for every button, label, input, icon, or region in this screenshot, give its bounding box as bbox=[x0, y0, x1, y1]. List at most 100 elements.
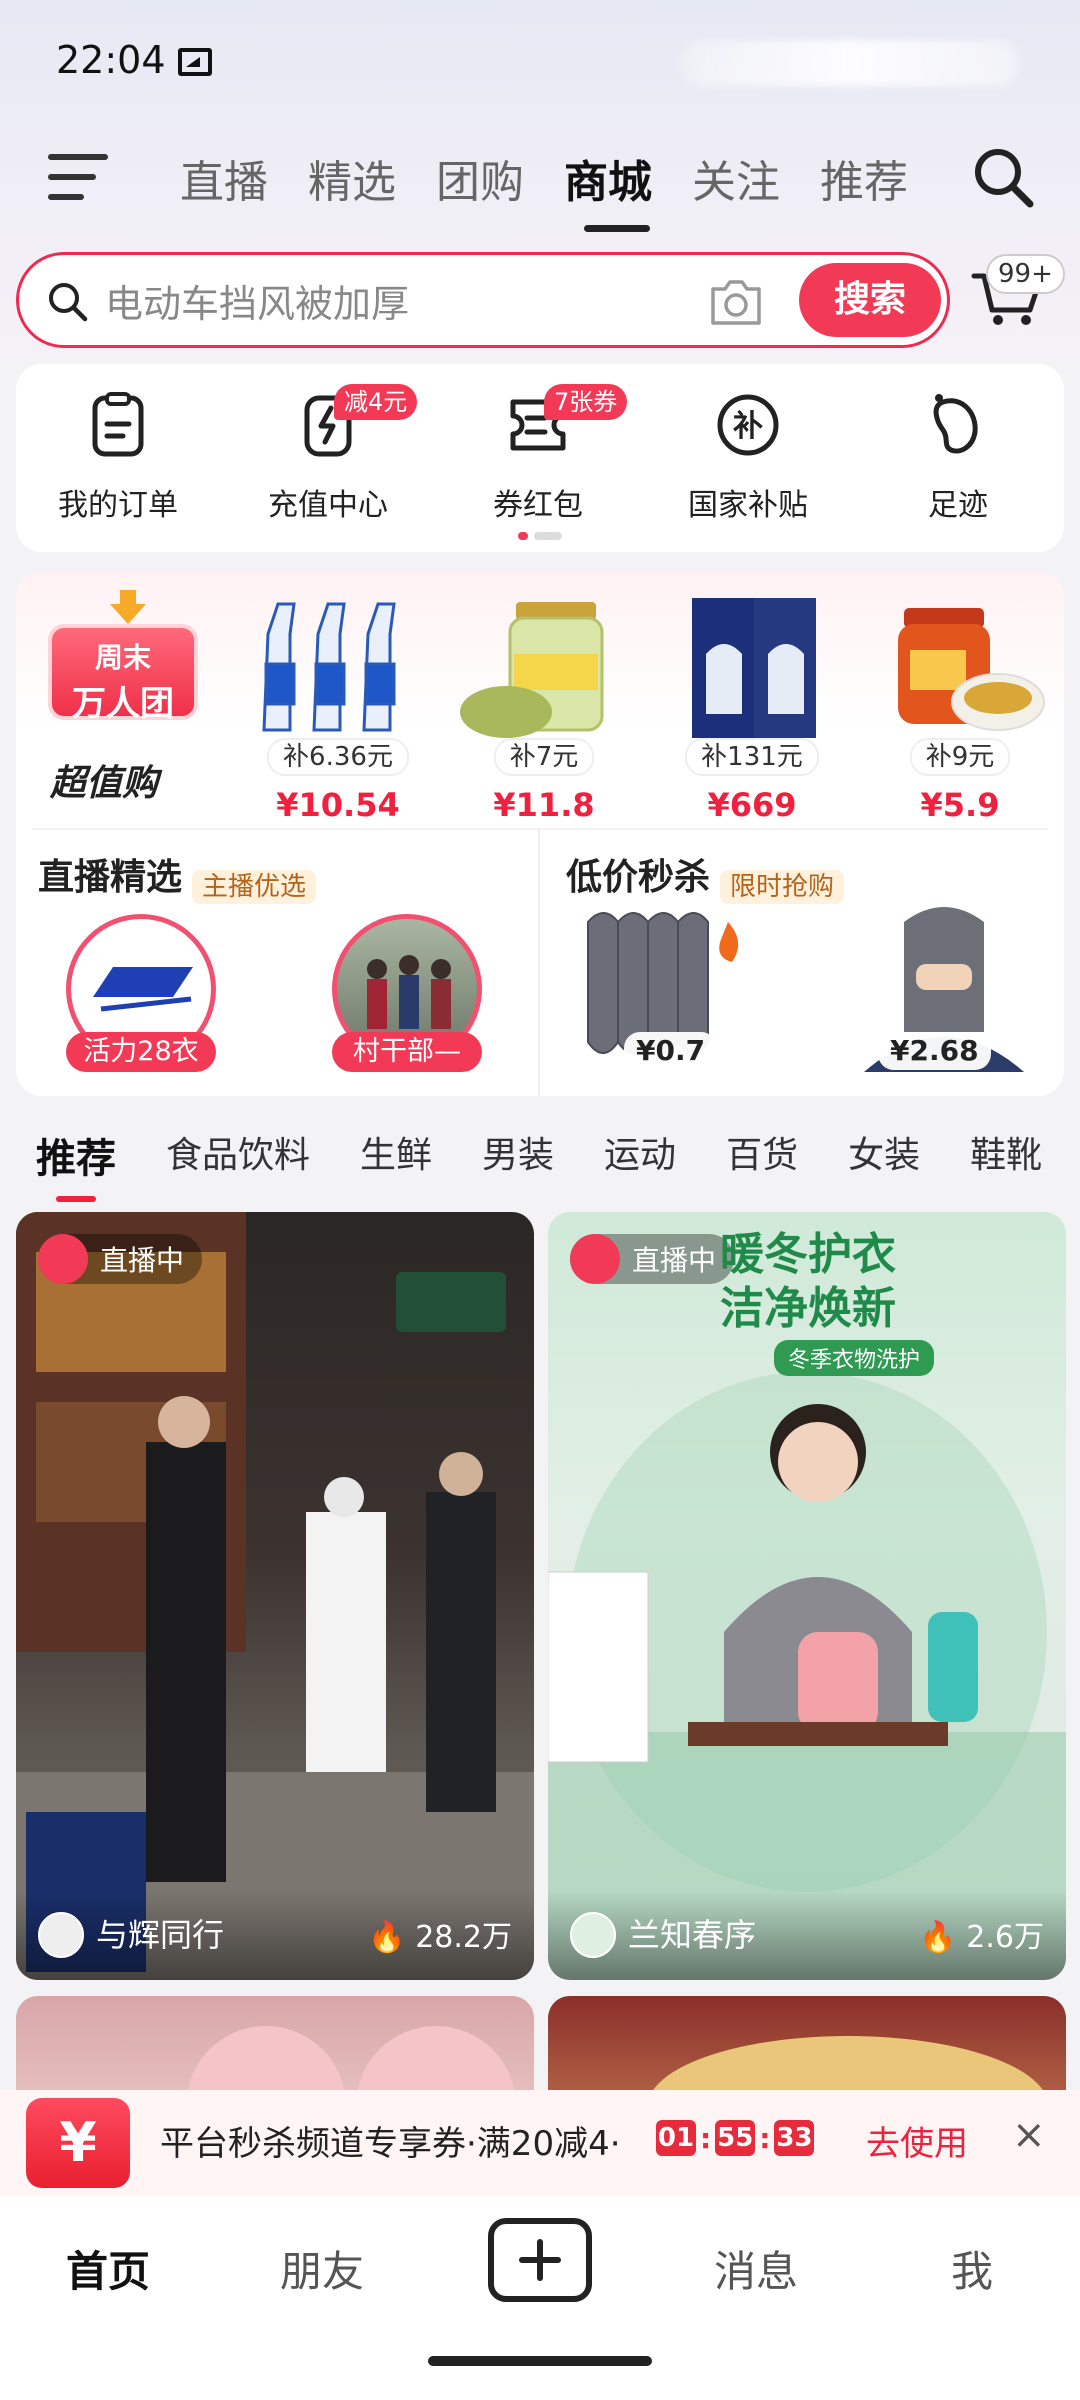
home-indicator bbox=[428, 2356, 652, 2366]
feed-viewer-count: 🔥 2.6万 bbox=[919, 1920, 1044, 1955]
feed-author: 与辉同行 bbox=[96, 1916, 225, 1954]
category-tab-shoes[interactable]: 鞋靴 bbox=[970, 1126, 1042, 1184]
tab-group-buy[interactable]: 团购 bbox=[416, 146, 544, 210]
deals-title: 超值购 bbox=[50, 763, 159, 804]
quick-item-recharge[interactable]: 减4元 充值中心 bbox=[248, 384, 418, 524]
timer-hours: 01 bbox=[656, 2120, 696, 2156]
promo-overlay-line1: 暖冬护衣 bbox=[720, 1229, 896, 1280]
search-bar[interactable]: 电动车挡风被加厚 搜索 bbox=[16, 252, 950, 348]
feed-card-live[interactable]: 直播中 与辉同行 🔥 28.2万 bbox=[16, 1212, 534, 1980]
svg-text:补: 补 bbox=[733, 409, 763, 444]
top-tab-bar: 直播 精选 团购 商城 关注 推荐 bbox=[160, 146, 928, 232]
tab-live[interactable]: 直播 bbox=[160, 146, 288, 210]
coupon-badge: 7张券 bbox=[544, 384, 628, 420]
category-tab-womenswear[interactable]: 女装 bbox=[848, 1126, 920, 1184]
tab-mall[interactable]: 商城 bbox=[544, 146, 672, 232]
liquor-box-image bbox=[692, 598, 816, 738]
promo-overlay-text: 暖冬护衣 洁净焕新 bbox=[720, 1228, 896, 1336]
pumpkin-seeds-image bbox=[460, 602, 604, 738]
nav-friends[interactable]: 朋友 bbox=[222, 2238, 422, 2299]
tab-recommend[interactable]: 推荐 bbox=[800, 146, 928, 210]
divider bbox=[538, 830, 540, 1096]
live-caption: 村干部— bbox=[332, 1032, 482, 1072]
category-tab-menswear[interactable]: 男装 bbox=[482, 1126, 554, 1184]
avatar bbox=[570, 1912, 616, 1958]
category-tabs: 推荐 食品饮料 生鲜 男装 运动 百货 女装 鞋靴 bbox=[36, 1126, 1080, 1202]
recharge-badge: 减4元 bbox=[334, 384, 418, 420]
page-indicator bbox=[518, 532, 562, 540]
live-status-pill: 直播中 bbox=[570, 1234, 735, 1284]
nav-messages[interactable]: 消息 bbox=[656, 2238, 856, 2299]
cart-badge: 99+ bbox=[986, 254, 1065, 294]
bottom-nav: 首页 朋友 消息 我 bbox=[0, 2196, 1080, 2400]
live-indicator-icon bbox=[570, 1234, 620, 1284]
quick-item-subsidy[interactable]: 补 国家补贴 bbox=[668, 392, 828, 524]
subsidy-tag: 补131元 bbox=[685, 738, 819, 776]
status-time: 22:04 bbox=[56, 38, 166, 82]
status-icons-area bbox=[680, 40, 1020, 86]
live-selection-tag: 主播优选 bbox=[192, 870, 317, 904]
plus-icon bbox=[519, 2239, 561, 2281]
quick-item-label: 充值中心 bbox=[268, 488, 388, 523]
live-selection-title: 直播精选 bbox=[38, 857, 183, 898]
yuan-symbol: ¥ bbox=[59, 2111, 97, 2174]
live-scene-image bbox=[16, 1212, 534, 1980]
camera-icon[interactable] bbox=[707, 277, 765, 327]
category-tab-food[interactable]: 食品饮料 bbox=[166, 1126, 310, 1184]
category-tab-sports[interactable]: 运动 bbox=[604, 1126, 676, 1184]
flash-sale-tag: 限时抢购 bbox=[720, 870, 845, 904]
subsidy-icon: 补 bbox=[717, 394, 779, 456]
nav-me[interactable]: 我 bbox=[872, 2238, 1072, 2299]
quick-item-footprint[interactable]: 足迹 bbox=[878, 392, 1038, 524]
search-icon[interactable] bbox=[970, 144, 1036, 210]
product-price: ¥669 bbox=[707, 786, 797, 824]
arrow-down-icon bbox=[110, 590, 146, 624]
product-card[interactable]: 补131元 ¥669 bbox=[652, 594, 852, 824]
category-tab-household[interactable]: 百货 bbox=[726, 1126, 798, 1184]
deals-card: 周末 万人团 超值购 补6.36元 ¥10.54 补7元 ¥11.8 补131元… bbox=[16, 572, 1064, 1096]
menu-icon[interactable] bbox=[48, 154, 108, 200]
tab-featured[interactable]: 精选 bbox=[288, 146, 416, 210]
toilet-cleaner-image bbox=[262, 602, 396, 732]
product-card[interactable]: 补7元 ¥11.8 bbox=[444, 594, 644, 824]
flash-sale-header[interactable]: 低价秒杀 限时抢购 bbox=[566, 848, 845, 904]
timer-seconds: 33 bbox=[774, 2120, 815, 2156]
coupon-text: 平台秒杀频道专享券·满20减4· bbox=[160, 2124, 621, 2164]
coupon-icon: ¥ bbox=[26, 2098, 130, 2188]
add-post-button[interactable] bbox=[488, 2218, 592, 2302]
search-button[interactable]: 搜索 bbox=[799, 263, 941, 337]
timer-minutes: 55 bbox=[715, 2120, 756, 2156]
quick-item-coupons[interactable]: 7张券 券红包 bbox=[458, 384, 628, 524]
subsidy-tag: 补9元 bbox=[909, 738, 1011, 776]
live-selection-header[interactable]: 直播精选 主播优选 bbox=[38, 848, 317, 904]
viewer-count-value: 2.6万 bbox=[966, 1920, 1044, 1955]
badge-line1: 周末 bbox=[94, 641, 151, 674]
product-card[interactable]: 补6.36元 ¥10.54 bbox=[238, 594, 438, 824]
pickled-vegetables-image bbox=[898, 608, 1045, 731]
flash-sale-title: 低价秒杀 bbox=[566, 857, 711, 898]
quick-item-label: 券红包 bbox=[493, 488, 583, 523]
coupon-banner[interactable]: ¥ 平台秒杀频道专享券·满20减4· 01: 55: 33 去使用 × bbox=[0, 2090, 1080, 2196]
feed-author: 兰知春序 bbox=[628, 1916, 757, 1954]
search-placeholder[interactable]: 电动车挡风被加厚 bbox=[105, 273, 409, 328]
close-icon[interactable]: × bbox=[1012, 2112, 1046, 2158]
gallery-notification-icon bbox=[178, 48, 212, 76]
category-tab-recommend[interactable]: 推荐 bbox=[36, 1126, 116, 1202]
badge-line2: 万人团 bbox=[72, 684, 174, 724]
nav-home[interactable]: 首页 bbox=[8, 2238, 208, 2299]
divider bbox=[32, 828, 1048, 830]
live-status-pill: 直播中 bbox=[38, 1234, 203, 1284]
avatar bbox=[38, 1912, 84, 1958]
use-coupon-button[interactable]: 去使用 bbox=[866, 2116, 968, 2165]
flash-price: ¥2.68 bbox=[878, 1032, 991, 1070]
quick-menu-card: 我的订单 减4元 充值中心 7张券 券红包 补 国家补贴 足迹 bbox=[16, 364, 1064, 552]
category-tab-fresh[interactable]: 生鲜 bbox=[360, 1126, 432, 1184]
product-card[interactable]: 补9元 ¥5.9 bbox=[860, 594, 1060, 824]
weekend-group-badge[interactable]: 周末 万人团 bbox=[48, 590, 198, 724]
feed-card-live[interactable]: 直播中 暖冬护衣 洁净焕新 冬季衣物洗护 兰知春序 🔥 2.6万 bbox=[548, 1212, 1066, 1980]
tab-following[interactable]: 关注 bbox=[672, 146, 800, 210]
quick-item-orders[interactable]: 我的订单 bbox=[38, 392, 198, 524]
live-caption: 活力28衣 bbox=[66, 1032, 216, 1072]
live-indicator-icon bbox=[38, 1234, 88, 1284]
promo-overlay-subtitle: 冬季衣物洗护 bbox=[774, 1340, 935, 1376]
